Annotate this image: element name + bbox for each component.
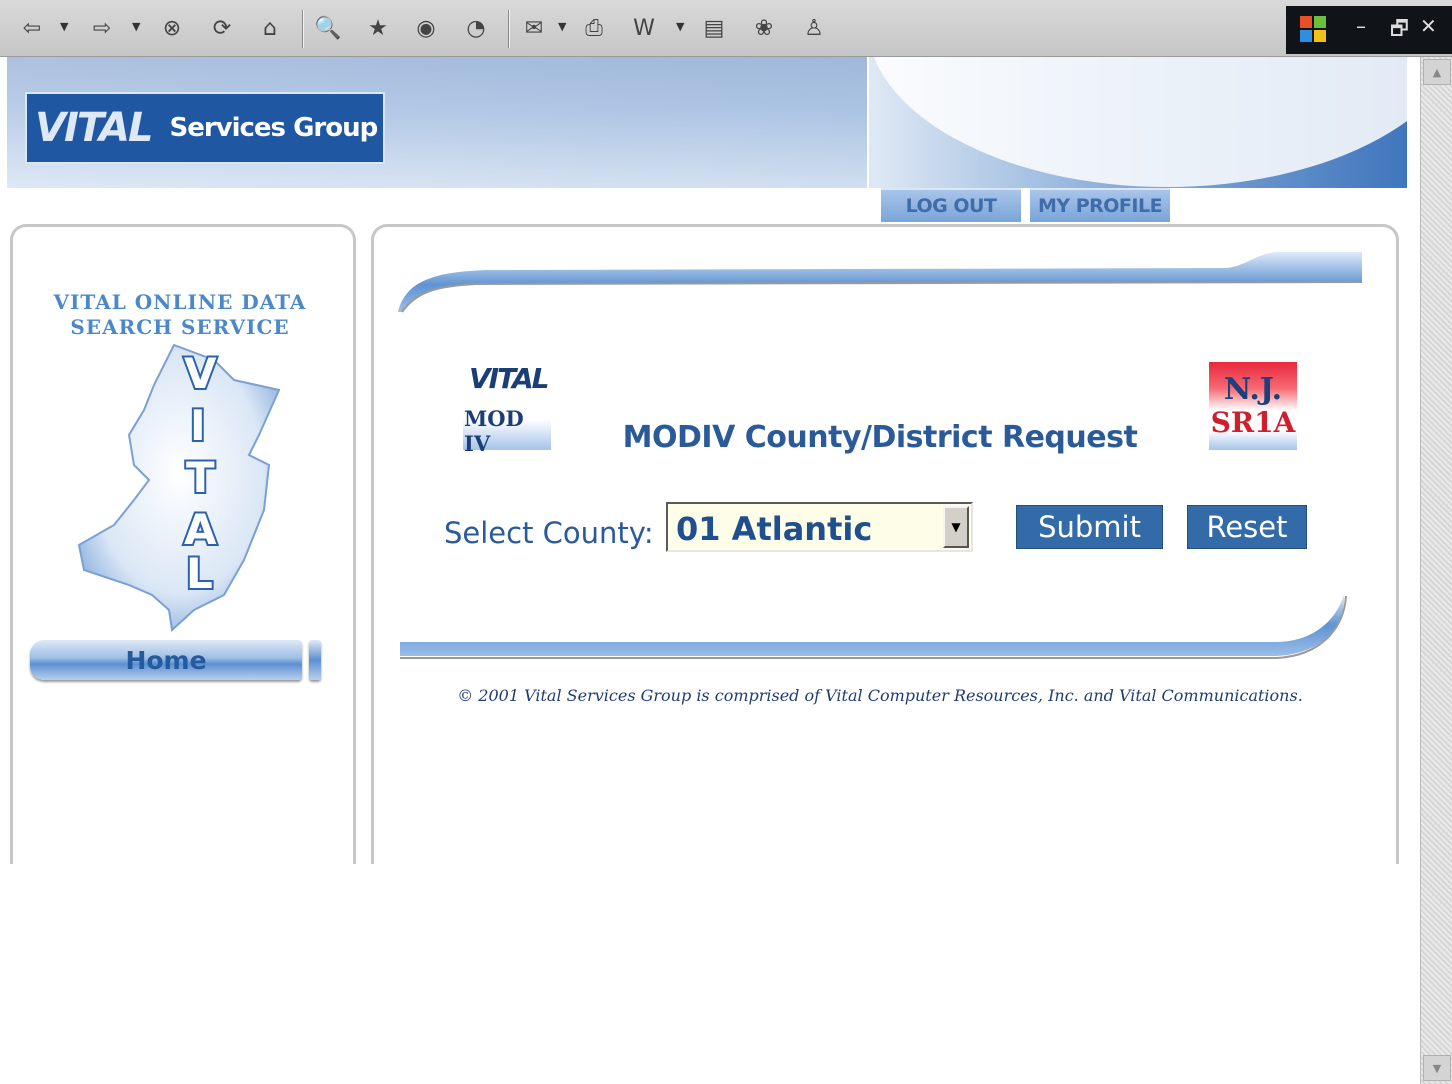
restore-button[interactable]: 🗗 <box>1390 14 1409 48</box>
vital-modiv-logo: VITAL MOD IV <box>463 362 551 456</box>
submit-button[interactable]: Submit <box>1016 505 1163 549</box>
select-county-label: Select County: <box>444 516 654 550</box>
edit-dropdown-icon[interactable]: ▼ <box>676 20 684 33</box>
sidebar-title-line1: VITAL ONLINE DATA <box>53 290 307 314</box>
home-nav-button-cap <box>309 640 321 680</box>
map-letter: L <box>186 549 213 598</box>
refresh-icon[interactable]: ⟳ <box>206 12 238 44</box>
close-button[interactable]: ✕ <box>1420 14 1437 38</box>
vital-services-logo[interactable]: VITAL Services Group <box>25 92 385 164</box>
messenger-icon[interactable]: ❀ <box>748 12 780 44</box>
discuss-icon[interactable]: ▤ <box>698 12 730 44</box>
modiv-logo-text: MOD IV <box>464 406 524 456</box>
history-icon[interactable]: ◔ <box>460 12 492 44</box>
search-icon[interactable]: 🔍 <box>312 12 344 44</box>
header-banner: VITAL Services Group <box>7 57 1407 188</box>
sidebar-title: VITAL ONLINE DATA SEARCH SERVICE <box>20 290 340 340</box>
sr1a-logo-text: SR1A <box>1210 406 1296 439</box>
nj-sr1a-logo: N.J. SR1A <box>1209 362 1297 450</box>
sidebar-title-line2: SEARCH SERVICE <box>70 315 290 339</box>
new-jersey-map-icon: V I T A L <box>77 343 281 632</box>
nj-logo-text: N.J. <box>1223 372 1283 407</box>
scroll-up-icon[interactable]: ▲ <box>1423 59 1451 85</box>
map-letter: T <box>186 453 215 502</box>
map-letter: I <box>190 401 206 450</box>
logo-vital-text: VITAL <box>35 105 153 151</box>
minimize-button[interactable]: – <box>1356 14 1366 38</box>
banner-divider <box>867 57 869 235</box>
logout-tab[interactable]: LOG OUT <box>881 188 1021 222</box>
modiv-logo-vital-text: VITAL <box>469 362 550 395</box>
map-letter: A <box>184 505 217 554</box>
window-controls: – 🗗 ✕ <box>1286 6 1452 54</box>
research-icon[interactable]: ♙ <box>798 12 830 44</box>
my-profile-tab[interactable]: MY PROFILE <box>1030 188 1170 222</box>
browser-toolbar: ⇦ ▼ ⇨ ▼ ⊗ ⟳ ⌂ 🔍 ★ ◉ ◔ ✉ ▼ ⎙ W ▼ ▤ ❀ ♙ – … <box>0 0 1452 57</box>
bottom-swoosh-decoration <box>400 594 1347 659</box>
mail-icon[interactable]: ✉ <box>518 12 550 44</box>
media-icon[interactable]: ◉ <box>410 12 442 44</box>
reset-button[interactable]: Reset <box>1187 505 1307 549</box>
county-select[interactable]: 01 Atlantic ▼ <box>666 502 973 552</box>
logo-brand-text: Services Group <box>169 113 378 143</box>
page-title: MODIV County/District Request <box>622 420 1138 455</box>
map-letter: V <box>184 349 217 398</box>
mail-dropdown-icon[interactable]: ▼ <box>558 20 566 33</box>
top-swoosh-decoration <box>398 252 1363 313</box>
vertical-scrollbar[interactable]: ▲ ▼ <box>1420 57 1452 1084</box>
county-selected-value: 01 Atlantic <box>676 510 873 548</box>
chevron-down-icon[interactable]: ▼ <box>943 506 969 548</box>
scroll-down-icon[interactable]: ▼ <box>1423 1055 1451 1081</box>
back-dropdown-icon[interactable]: ▼ <box>60 20 68 33</box>
windows-logo-icon <box>1300 16 1328 44</box>
copyright-text: © 2001 Vital Services Group is comprised… <box>457 686 1303 705</box>
home-nav-button[interactable]: Home <box>30 640 302 680</box>
home-icon[interactable]: ⌂ <box>254 12 286 44</box>
print-icon[interactable]: ⎙ <box>578 12 610 44</box>
stop-icon[interactable]: ⊗ <box>156 12 188 44</box>
back-icon[interactable]: ⇦ <box>16 12 48 44</box>
favorites-icon[interactable]: ★ <box>362 12 394 44</box>
toolbar-separator <box>302 10 304 48</box>
toolbar-separator <box>508 10 510 48</box>
forward-dropdown-icon[interactable]: ▼ <box>132 20 140 33</box>
forward-icon[interactable]: ⇨ <box>86 12 118 44</box>
edit-word-icon[interactable]: W <box>628 12 660 44</box>
